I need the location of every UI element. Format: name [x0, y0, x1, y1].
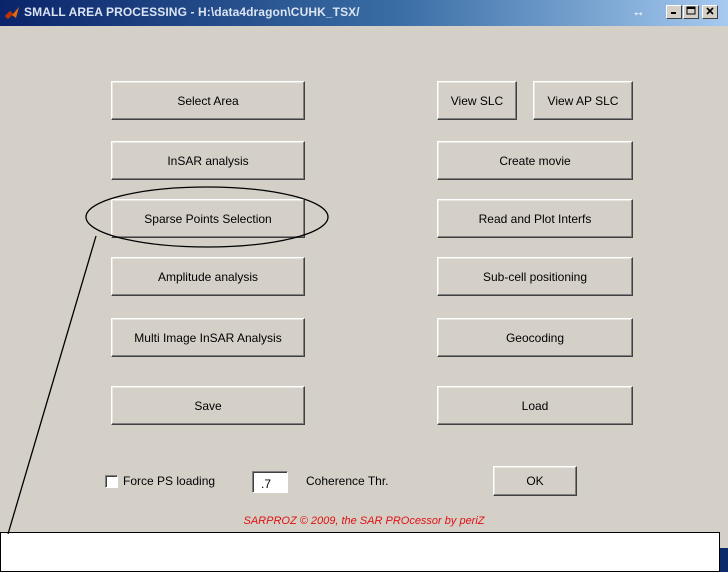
multi-image-insar-analysis-button[interactable]: Multi Image InSAR Analysis: [111, 318, 305, 357]
save-button[interactable]: Save: [111, 386, 305, 425]
view-slc-button[interactable]: View SLC: [437, 81, 517, 120]
geocoding-button[interactable]: Geocoding: [437, 318, 633, 357]
main-window: SMALL AREA PROCESSING - H:\data4dragon\C…: [0, 0, 728, 548]
minimize-button[interactable]: [666, 5, 682, 19]
force-ps-label: Force PS loading: [123, 474, 216, 488]
ok-button[interactable]: OK: [493, 466, 577, 496]
copyright-text: SARPROZ © 2009, the SAR PROcessor by per…: [243, 515, 485, 527]
annotation-callout-box: [0, 532, 720, 572]
select-area-button[interactable]: Select Area: [111, 81, 305, 120]
force-ps-checkbox[interactable]: [105, 475, 118, 488]
insar-analysis-button[interactable]: InSAR analysis: [111, 141, 305, 180]
subcell-positioning-button[interactable]: Sub-cell positioning: [437, 257, 633, 296]
close-icon: [706, 7, 714, 15]
create-movie-button[interactable]: Create movie: [437, 141, 633, 180]
window-title: SMALL AREA PROCESSING - H:\data4dragon\C…: [24, 5, 360, 19]
maximize-icon: [686, 6, 696, 15]
view-ap-slc-button[interactable]: View AP SLC: [533, 81, 633, 120]
amplitude-analysis-button[interactable]: Amplitude analysis: [111, 257, 305, 296]
read-plot-interfs-button[interactable]: Read and Plot Interfs: [437, 199, 633, 238]
sparse-points-selection-button[interactable]: Sparse Points Selection: [111, 199, 305, 238]
coherence-threshold-label: Coherence Thr.: [306, 474, 389, 488]
close-button[interactable]: [702, 5, 718, 19]
matlab-logo-icon: [5, 7, 19, 19]
resize-icon[interactable]: ↔: [632, 4, 645, 19]
minimize-icon: [671, 12, 676, 14]
coherence-threshold-input[interactable]: [252, 471, 288, 493]
load-button[interactable]: Load: [437, 386, 633, 425]
maximize-button[interactable]: [683, 5, 699, 19]
title-bar[interactable]: SMALL AREA PROCESSING - H:\data4dragon\C…: [0, 0, 728, 26]
